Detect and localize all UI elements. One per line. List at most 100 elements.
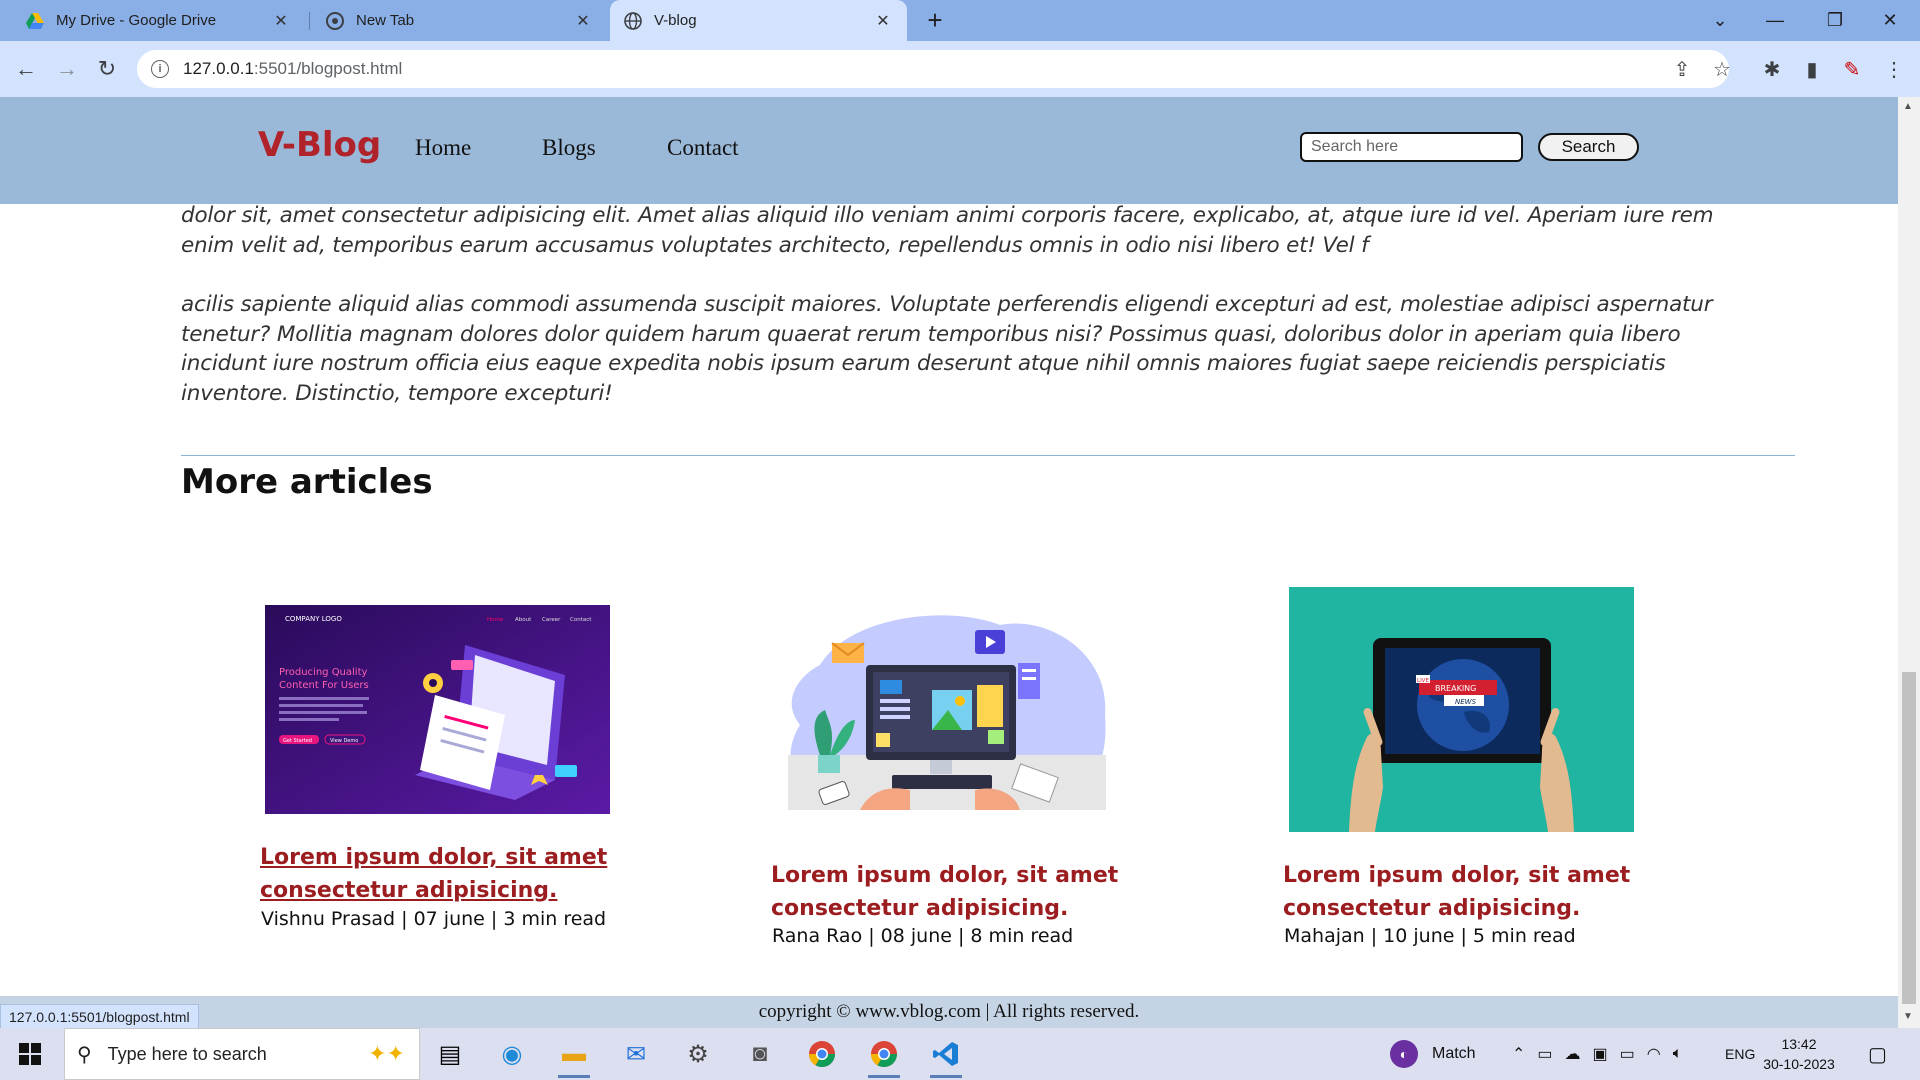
chrome-icon (326, 11, 344, 30)
bookmark-star-icon[interactable]: ☆ (1704, 51, 1740, 87)
taskbar-search-box[interactable]: ⚲ Type here to search ✦✦ (64, 1028, 420, 1080)
browser-toolbar: ← → ↻ i 127.0.0.1:5501/blogpost.html ⇪ ☆… (0, 41, 1920, 97)
article-thumbnail-web-design[interactable] (780, 605, 1113, 814)
tab-title: New Tab (356, 12, 415, 29)
taskbar-clock[interactable]: 13:42 30-10-2023 (1758, 1034, 1840, 1074)
volume-icon[interactable]: 🔈︎ (1673, 1045, 1683, 1063)
restore-icon[interactable]: ❐ (1805, 0, 1865, 41)
article-thumbnail-breaking-news[interactable]: BREAKING LIVE NEWS (1289, 587, 1634, 832)
battery-icon[interactable]: ▭ (1620, 1044, 1635, 1064)
share-icon[interactable]: ⇪ (1664, 51, 1700, 87)
close-tab-icon[interactable]: ✕ (271, 11, 291, 31)
wifi-icon[interactable]: ◠ (1647, 1044, 1661, 1064)
side-panel-icon[interactable]: ▮ (1794, 51, 1830, 87)
close-tab-icon[interactable]: ✕ (873, 11, 893, 31)
article-card-meta: Vishnu Prasad | 07 june | 3 min read (261, 908, 607, 930)
camera-icon[interactable]: ◙ (738, 1034, 782, 1074)
browser-tab-strip: My Drive - Google Drive ✕ New Tab ✕ V-bl… (0, 0, 1920, 41)
site-logo[interactable]: V-Blog (258, 125, 381, 165)
match-news-icon: ◐ (1390, 1040, 1418, 1068)
tab-title: My Drive - Google Drive (56, 12, 217, 29)
tab-title: V-blog (654, 12, 697, 29)
new-tab-button[interactable]: + (920, 6, 950, 36)
language-indicator[interactable]: ENG (1725, 1028, 1755, 1080)
nav-contact[interactable]: Contact (667, 135, 739, 161)
forward-arrow-icon[interactable]: → (49, 51, 85, 87)
scroll-down-arrow-icon[interactable]: ▼ (1903, 1011, 1913, 1022)
article-card-meta: Rana Rao | 08 june | 8 min read (772, 925, 1074, 947)
minimize-icon[interactable]: — (1745, 0, 1805, 41)
task-view-icon[interactable]: ▤ (428, 1034, 472, 1074)
extensions-puzzle-icon[interactable]: ✱ (1754, 51, 1790, 87)
search-icon: ⚲ (77, 1043, 92, 1066)
vscode-icon[interactable] (924, 1034, 968, 1078)
thumb-breaking-text: BREAKING (1435, 684, 1476, 693)
menu-kebab-icon[interactable]: ⋮ (1876, 51, 1912, 87)
article-card-title[interactable]: Lorem ipsum dolor, sit amet consectetur … (1283, 859, 1630, 925)
svg-text:Career: Career (542, 617, 561, 623)
link-status-bubble: 127.0.0.1:5501/blogpost.html (0, 1004, 199, 1030)
weather-label: Match (1432, 1045, 1476, 1062)
article-card-meta: Mahajan | 10 june | 5 min read (1284, 925, 1576, 947)
show-hidden-icons-chevron-icon[interactable]: ⌃ (1512, 1044, 1525, 1064)
close-tab-icon[interactable]: ✕ (573, 11, 593, 31)
tab-google-drive[interactable]: My Drive - Google Drive ✕ (12, 0, 305, 41)
scroll-up-arrow-icon[interactable]: ▲ (1903, 101, 1913, 112)
url-host: 127.0.0.1 (183, 59, 254, 78)
nav-home[interactable]: Home (415, 135, 471, 161)
reload-icon[interactable]: ↻ (89, 51, 125, 87)
section-divider (181, 455, 1795, 456)
close-window-icon[interactable]: ✕ (1860, 0, 1920, 41)
file-explorer-icon[interactable]: ▬ (552, 1034, 596, 1078)
taskbar-search-placeholder: Type here to search (107, 1043, 267, 1064)
clock-date: 30-10-2023 (1763, 1056, 1835, 1072)
site-header: V-Blog Home Blogs Contact Search (0, 97, 1898, 204)
search-highlight-sparkle-icon: ✦✦ (368, 1041, 405, 1066)
weather-widget[interactable]: ◐ Match (1390, 1028, 1476, 1080)
url-path: :5501/blogpost.html (253, 59, 403, 78)
svg-text:About: About (515, 617, 532, 623)
article-thumbnail-content-marketing[interactable]: COMPANY LOGO Home About Career Contact P… (265, 605, 610, 814)
search-button[interactable]: Search (1538, 133, 1639, 161)
system-tray: ⌃ ▭ ☁ ▣ ▭ ◠ 🔈︎ (1512, 1028, 1682, 1080)
site-footer: copyright © www.vblog.com | All rights r… (0, 996, 1898, 1028)
tab-v-blog[interactable]: V-blog ✕ (610, 0, 907, 41)
article-paragraph: dolor sit, amet consectetur adipisicing … (181, 203, 1714, 258)
article-card-title-link[interactable]: Lorem ipsum dolor, sit amet consectetur … (260, 841, 607, 907)
svg-text:Producing Quality: Producing Quality (279, 667, 368, 678)
nav-blogs[interactable]: Blogs (542, 135, 596, 161)
chrome-taskbar-icon[interactable] (800, 1034, 844, 1074)
search-input[interactable] (1300, 132, 1523, 162)
display-icon[interactable]: ▣ (1593, 1044, 1608, 1064)
edge-browser-icon[interactable]: ◉ (490, 1034, 534, 1074)
mail-icon[interactable]: ✉ (614, 1034, 658, 1074)
meet-now-icon[interactable]: ▭ (1537, 1044, 1552, 1064)
article-card-title[interactable]: Lorem ipsum dolor, sit amet consectetur … (771, 859, 1118, 925)
site-info-icon[interactable]: i (151, 60, 169, 78)
windows-start-icon[interactable] (8, 1036, 52, 1072)
address-bar[interactable]: i 127.0.0.1:5501/blogpost.html (137, 50, 1729, 88)
tab-new-tab[interactable]: New Tab ✕ (312, 0, 607, 41)
tab-separator (309, 12, 310, 30)
google-drive-icon (26, 12, 44, 30)
profile-avatar-icon[interactable]: ✎ (1834, 51, 1870, 87)
onedrive-cloud-icon[interactable]: ☁ (1565, 1044, 1581, 1064)
svg-text:Get Started: Get Started (283, 738, 312, 744)
clock-time: 13:42 (1781, 1036, 1817, 1052)
scroll-thumb[interactable] (1902, 672, 1916, 1004)
svg-text:View Demo: View Demo (330, 738, 358, 744)
notifications-icon[interactable]: ▢ (1868, 1028, 1887, 1080)
windows-taskbar: ⚲ Type here to search ✦✦ ▤ ◉ ▬ ✉ ⚙ ◙ ◐ M… (0, 1028, 1920, 1080)
svg-text:LIVE: LIVE (1417, 678, 1429, 684)
thumb-logo-text: COMPANY LOGO (285, 615, 342, 623)
svg-text:Contact: Contact (570, 617, 592, 623)
settings-gear-icon[interactable]: ⚙ (676, 1034, 720, 1074)
page-scrollbar[interactable]: ▲ ▼ (1898, 97, 1920, 1028)
tab-search-chevron-icon[interactable]: ⌄ (1690, 0, 1750, 41)
globe-icon (624, 11, 642, 30)
svg-text:Content For Users: Content For Users (279, 680, 369, 691)
svg-text:Home: Home (487, 617, 504, 623)
chrome-active-taskbar-icon[interactable] (862, 1034, 906, 1078)
svg-text:NEWS: NEWS (1455, 698, 1477, 706)
back-arrow-icon[interactable]: ← (8, 51, 44, 87)
